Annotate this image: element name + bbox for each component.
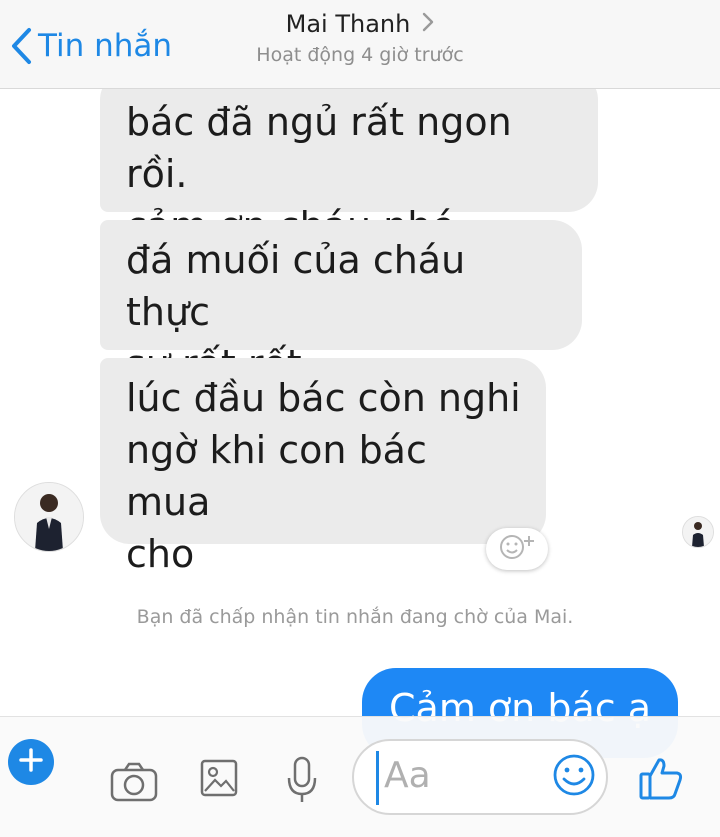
more-options-button[interactable] [8, 739, 54, 785]
camera-button[interactable] [108, 761, 160, 807]
emoji-icon [552, 753, 596, 801]
contact-info-button[interactable]: Mai Thanh Hoạt động 4 giờ trước [240, 10, 480, 66]
photo-gallery-button[interactable] [196, 757, 242, 803]
microphone-icon [286, 756, 318, 808]
message-bubble-incoming[interactable]: bác đã ngủ rất ngon rồi. cảm ơn cháu nhé… [100, 70, 598, 248]
emoji-button[interactable] [550, 753, 598, 801]
chevron-left-icon [10, 27, 32, 65]
conversation-header: Tin nhắn Mai Thanh Hoạt động 4 giờ trước [0, 0, 720, 89]
back-label: Tin nhắn [38, 28, 173, 64]
active-status: Hoạt động 4 giờ trước [256, 44, 464, 66]
image-icon [199, 758, 239, 802]
message-input[interactable]: Aa [352, 739, 608, 815]
message-composer: Aa [0, 716, 720, 837]
thumbs-up-icon [637, 754, 685, 806]
like-button[interactable] [636, 755, 686, 805]
text-caret [376, 751, 379, 805]
message-bubble-incoming[interactable]: đá muối của cháu thực sự rất rốt. [100, 220, 582, 386]
voice-message-button[interactable] [282, 756, 322, 808]
plus-icon [18, 747, 44, 777]
add-reaction-icon [497, 532, 537, 566]
contact-name: Mai Thanh [285, 10, 411, 38]
seen-indicator-avatar [682, 516, 714, 548]
system-notice: Bạn đã chấp nhận tin nhắn đang chờ của M… [136, 606, 574, 628]
chevron-right-icon [422, 10, 434, 38]
back-button[interactable]: Tin nhắn [10, 24, 172, 68]
message-input-placeholder: Aa [384, 755, 431, 796]
camera-icon [110, 762, 158, 806]
message-bubble-incoming[interactable]: lúc đầu bác còn nghi ngờ khi con bác mua… [100, 358, 546, 576]
add-reaction-button[interactable] [486, 528, 548, 570]
sender-avatar[interactable] [14, 482, 84, 552]
